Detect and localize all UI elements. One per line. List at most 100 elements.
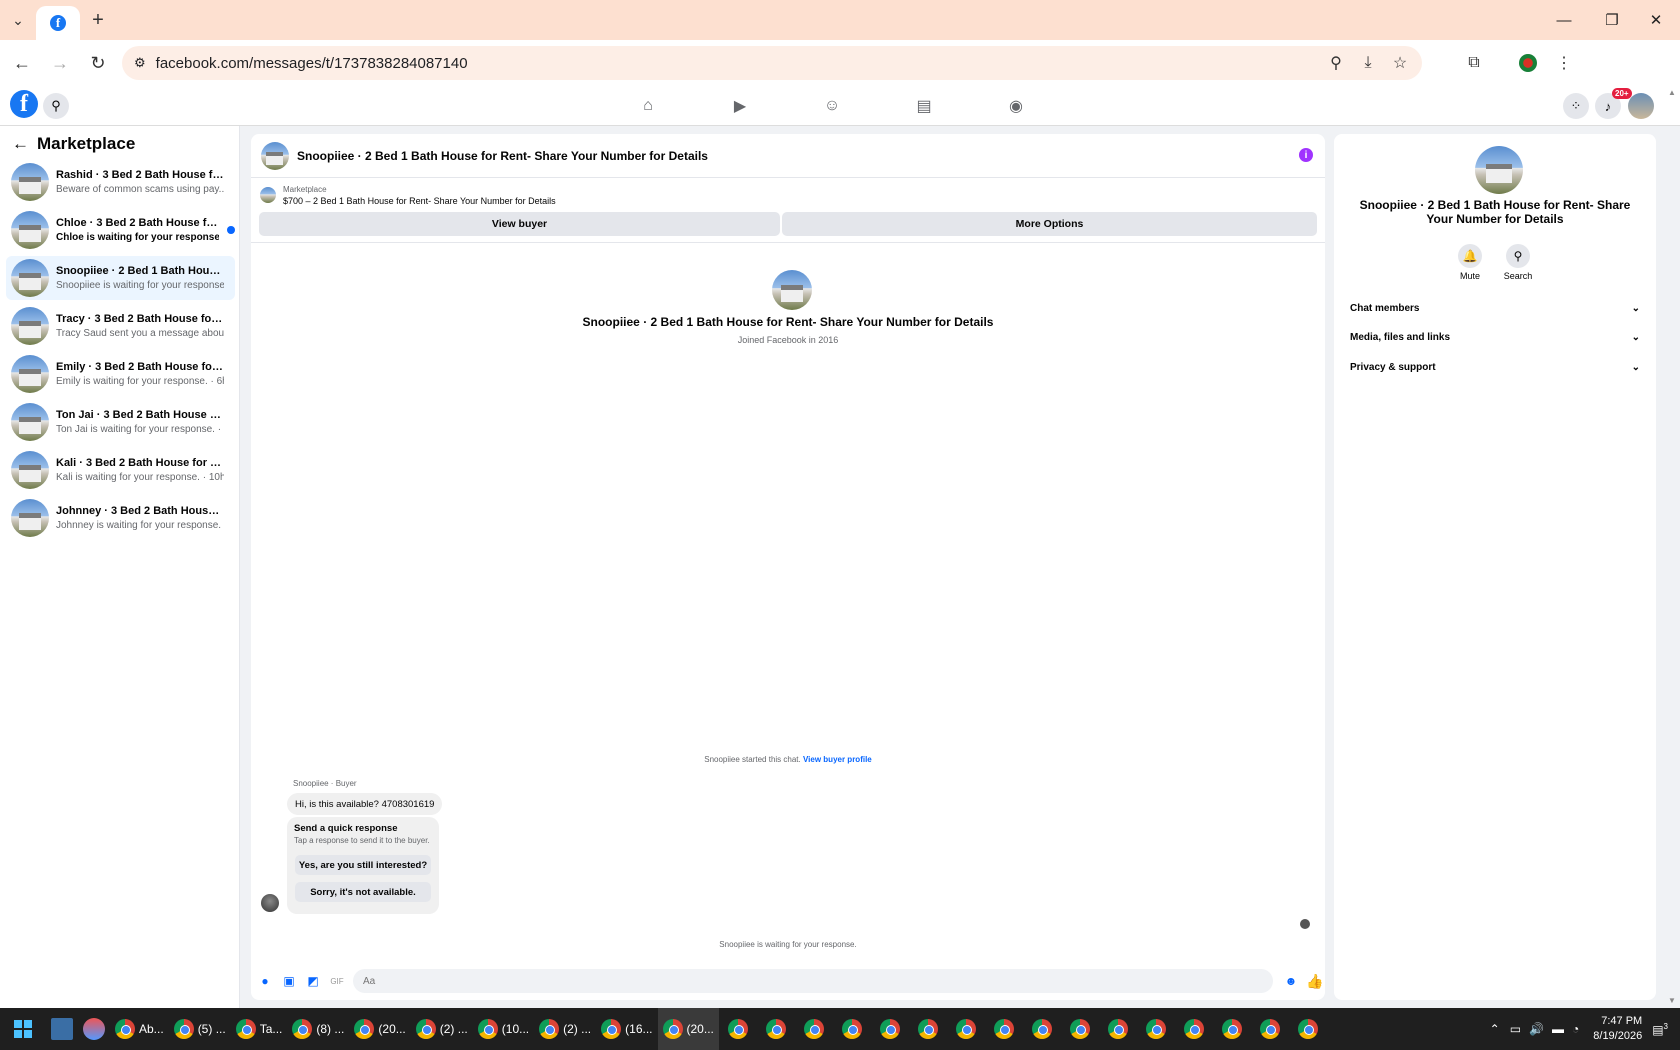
sticker-icon[interactable]: ◩ (303, 971, 323, 991)
taskbar-chrome-window[interactable]: (2) ... (411, 1008, 473, 1050)
thumbs-up-icon[interactable]: 👍 (1305, 971, 1325, 991)
new-tab-button[interactable]: + (84, 6, 112, 34)
forward-arrow-icon[interactable]: → (44, 47, 76, 79)
conversation-item[interactable]: Ton Jai · 3 Bed 2 Bath House for R... Ton… (6, 400, 235, 444)
taskbar-chrome-window[interactable] (795, 1008, 833, 1050)
marketplace-icon[interactable]: ▤ (912, 94, 936, 118)
taskbar-chrome-window[interactable]: (2) ... (534, 1008, 596, 1050)
more-options-button[interactable]: More Options (782, 212, 1317, 236)
chat-avatar[interactable] (261, 141, 289, 170)
section-chat-members[interactable]: Chat members ⌄ (1344, 296, 1646, 320)
tab-search-dropdown[interactable]: ⌄ (4, 6, 32, 34)
section-media-files-links[interactable]: Media, files and links ⌄ (1344, 325, 1646, 349)
taskbar-chrome-window[interactable] (1289, 1008, 1327, 1050)
menu-grid-icon[interactable]: ⁘ (1563, 93, 1589, 119)
network-icon[interactable]: ▬ (1552, 1022, 1564, 1036)
taskbar-chrome-window[interactable] (1213, 1008, 1251, 1050)
taskbar-chrome-window[interactable] (757, 1008, 795, 1050)
chrome-icon (415, 1019, 436, 1039)
windows-start-icon[interactable] (0, 1008, 46, 1050)
chat-started-notice: Snoopiiee started this chat. View buyer … (704, 755, 872, 764)
close-window-icon[interactable]: ✕ (1632, 0, 1680, 40)
view-buyer-button[interactable]: View buyer (259, 212, 780, 236)
taskbar-chrome-window[interactable] (1023, 1008, 1061, 1050)
taskbar-chrome-window[interactable] (1251, 1008, 1289, 1050)
taskbar-chrome-window[interactable]: (10... (473, 1008, 534, 1050)
taskbar-chrome-window[interactable] (719, 1008, 757, 1050)
chat-title[interactable]: Snoopiiee · 2 Bed 1 Bath House for Rent-… (297, 149, 708, 163)
conversation-item[interactable]: Emily · 3 Bed 2 Bath House for Ren... Emi… (6, 352, 235, 396)
profile-avatar[interactable] (772, 270, 812, 310)
emoji-icon[interactable]: ☻ (1281, 971, 1301, 991)
taskbar-chrome-window[interactable] (1099, 1008, 1137, 1050)
taskbar-chrome-window[interactable]: (20... (349, 1008, 410, 1050)
taskbar-chrome-window[interactable] (1137, 1008, 1175, 1050)
notification-center-icon[interactable]: ▤3 (1652, 1022, 1668, 1037)
marketplace-listing-strip[interactable]: Marketplace $700 – 2 Bed 1 Bath House fo… (251, 179, 1325, 211)
taskbar-chrome-window[interactable]: (5) ... (169, 1008, 231, 1050)
groups-icon[interactable]: ◉ (1004, 94, 1028, 118)
section-privacy-support[interactable]: Privacy & support ⌄ (1344, 355, 1646, 379)
zoom-icon[interactable]: ⚲ (1320, 47, 1352, 79)
scroll-up-icon[interactable]: ▲ (1664, 88, 1680, 97)
conversation-item[interactable]: Kali · 3 Bed 2 Bath House for Rent-... Ka… (6, 448, 235, 492)
conversation-item[interactable]: Tracy · 3 Bed 2 Bath House for Ren... Tra… (6, 304, 235, 348)
taskbar-chrome-window[interactable] (1175, 1008, 1213, 1050)
battery-icon[interactable]: ◔ (1572, 1022, 1579, 1036)
scroll-down-icon[interactable]: ▼ (1664, 996, 1680, 1005)
home-icon[interactable]: ⌂ (636, 94, 660, 118)
conversation-item[interactable]: Rashid · 3 Bed 2 Bath House for Re... Bew… (6, 160, 235, 204)
mute-button[interactable]: 🔔 Mute (1450, 244, 1490, 281)
taskbar-chrome-window[interactable] (871, 1008, 909, 1050)
minimize-icon[interactable]: — (1540, 0, 1588, 40)
microphone-icon[interactable]: ● (255, 971, 275, 991)
browser-tab-facebook[interactable]: f (36, 6, 80, 40)
taskbar-app-icon[interactable] (46, 1008, 78, 1050)
taskbar-chrome-window[interactable]: Ab... (110, 1008, 169, 1050)
profile-icon[interactable] (1512, 47, 1544, 79)
back-arrow-icon[interactable]: ← (6, 47, 38, 79)
facebook-logo-icon[interactable]: f (10, 90, 38, 118)
account-avatar[interactable] (1628, 93, 1654, 119)
search-conversation-button[interactable]: ⚲ Search (1498, 244, 1538, 281)
chevron-up-icon[interactable]: ⌃ (1490, 1022, 1500, 1036)
taskbar-chrome-window[interactable] (1061, 1008, 1099, 1050)
taskbar-chrome-window[interactable] (985, 1008, 1023, 1050)
taskbar-chrome-window[interactable]: (8) ... (287, 1008, 349, 1050)
quick-reply-yes-button[interactable]: Yes, are you still interested? (295, 855, 431, 875)
bookmark-star-icon[interactable]: ☆ (1384, 47, 1416, 79)
conversation-item[interactable]: Snoopiiee · 2 Bed 1 Bath House for... Sno… (6, 256, 235, 300)
restore-icon[interactable]: ❐ (1588, 0, 1636, 40)
message-bubble[interactable]: Hi, is this available? 4708301619 (287, 793, 443, 815)
taskbar-chrome-window[interactable]: (16... (596, 1008, 657, 1050)
volume-icon[interactable]: 🔊 (1529, 1022, 1544, 1036)
taskbar-chrome-window[interactable] (909, 1008, 947, 1050)
photo-icon[interactable]: ▣ (279, 971, 299, 991)
friends-icon[interactable]: ☺ (820, 94, 844, 118)
message-input[interactable] (353, 969, 1273, 993)
video-icon[interactable]: ▶ (728, 94, 752, 118)
search-icon[interactable]: ⚲ (43, 93, 69, 119)
taskbar-app-icon[interactable] (78, 1008, 110, 1050)
taskbar-chrome-window[interactable]: (20... (657, 1008, 719, 1050)
back-arrow-icon[interactable]: ← (12, 134, 29, 154)
info-icon[interactable]: i (1299, 148, 1313, 162)
site-info-icon[interactable]: ⚙ (134, 55, 146, 71)
extensions-icon[interactable]: ⧉ (1458, 47, 1490, 79)
conversation-item[interactable]: Chloe · 3 Bed 2 Bath House for R... Chloe… (6, 208, 235, 252)
conversation-item[interactable]: Johnney · 3 Bed 2 Bath House for ... John… (6, 496, 235, 540)
view-buyer-profile-link[interactable]: View buyer profile (803, 755, 872, 764)
gif-icon[interactable]: GIF (327, 971, 347, 991)
quick-reply-sorry-button[interactable]: Sorry, it's not available. (295, 882, 431, 902)
taskbar-chrome-window[interactable]: Ta... (231, 1008, 288, 1050)
address-bar[interactable]: ⚙ facebook.com/messages/t/17378382840871… (122, 46, 1422, 80)
menu-dots-icon[interactable]: ⋮ (1548, 47, 1580, 79)
buyer-avatar[interactable] (261, 894, 279, 912)
clock[interactable]: 7:47 PM 8/19/2026 (1593, 1014, 1642, 1044)
info-avatar[interactable] (1475, 146, 1523, 194)
taskbar-chrome-window[interactable] (947, 1008, 985, 1050)
reload-icon[interactable]: ↻ (82, 47, 114, 79)
camera-icon[interactable]: ▭ (1510, 1022, 1521, 1036)
install-app-icon[interactable]: ⤓ (1352, 47, 1384, 79)
taskbar-chrome-window[interactable] (833, 1008, 871, 1050)
